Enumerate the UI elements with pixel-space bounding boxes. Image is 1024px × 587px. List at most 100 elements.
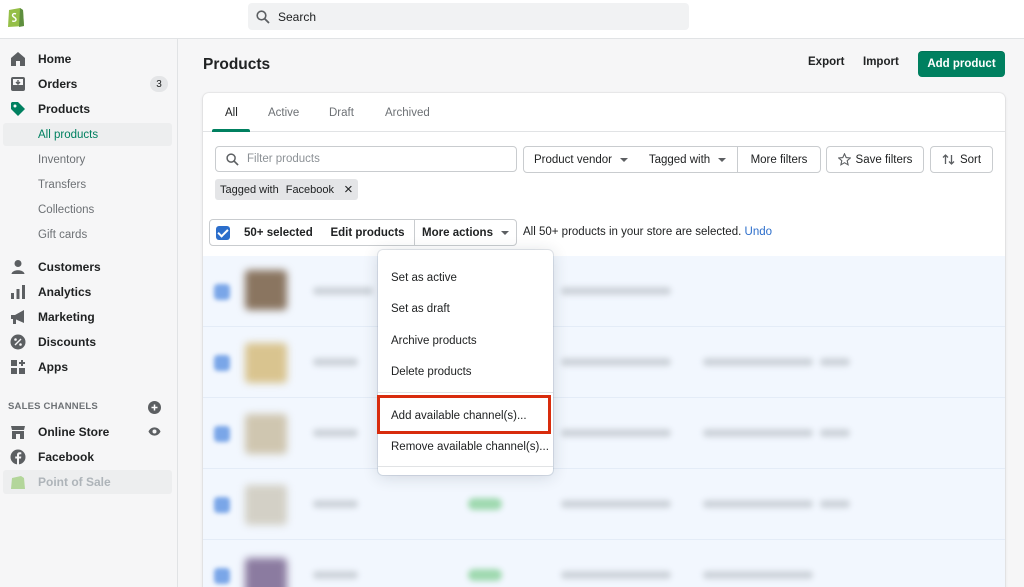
add-channel-icon[interactable] [148, 401, 161, 414]
save-filters-button[interactable]: Save filters [826, 146, 924, 173]
sort-button[interactable]: Sort [930, 146, 993, 173]
sort-icon [942, 154, 955, 165]
sidebar-item-point-of-sale[interactable]: Point of Sale [3, 470, 172, 494]
home-icon [11, 52, 25, 66]
product-thumbnail [245, 343, 287, 383]
tagged-with-filter[interactable]: Tagged with [638, 146, 738, 173]
search-bar[interactable]: Search [248, 3, 689, 30]
sidebar-item-label: Point of Sale [38, 475, 111, 489]
blurred-text [703, 358, 813, 366]
sidebar-subitem-inventory[interactable]: Inventory [3, 148, 172, 171]
checkbox-checked-icon[interactable] [216, 225, 230, 240]
tab-all[interactable]: All [225, 107, 238, 119]
sidebar-item-label: Apps [38, 360, 68, 374]
more-actions-button[interactable]: More actions [414, 219, 517, 246]
sidebar-item-marketing[interactable]: Marketing [0, 305, 172, 329]
menu-item-delete-products[interactable]: Delete products [391, 366, 472, 378]
table-row[interactable] [203, 469, 1005, 540]
sidebar-subitem-transfers[interactable]: Transfers [3, 173, 172, 196]
product-vendor-filter[interactable]: Product vendor [523, 146, 639, 173]
sales-channels-title: SALES CHANNELS [8, 401, 98, 412]
product-thumbnail [245, 414, 287, 454]
sidebar-item-label: Facebook [38, 450, 95, 464]
sidebar-item-home[interactable]: Home [0, 47, 172, 71]
top-bar: Search [0, 0, 1024, 39]
facebook-icon [10, 449, 26, 465]
sidebar-item-label: Products [38, 102, 91, 116]
row-checkbox[interactable] [214, 355, 230, 371]
product-thumbnail [245, 558, 287, 587]
blurred-text [820, 500, 850, 508]
row-checkbox[interactable] [214, 497, 230, 513]
tab-active[interactable]: Active [268, 107, 299, 119]
menu-divider [378, 466, 553, 467]
undo-link[interactable]: Undo [745, 226, 773, 238]
sidebar-subitem-all-products[interactable]: All products [3, 123, 172, 146]
blurred-text [703, 571, 813, 579]
more-actions-menu: Set as active Set as draft Archive produ… [378, 250, 553, 475]
table-row[interactable] [203, 540, 1005, 587]
edit-products-button[interactable]: Edit products [321, 219, 415, 246]
row-checkbox[interactable] [214, 426, 230, 442]
sidebar-item-apps[interactable]: Apps [0, 355, 172, 379]
table-row[interactable] [203, 256, 1005, 327]
table-row[interactable] [203, 327, 1005, 398]
table-row[interactable] [203, 398, 1005, 469]
sidebar-item-orders[interactable]: Orders 3 [0, 72, 172, 96]
shopify-logo-icon[interactable] [6, 5, 26, 28]
applied-filter-tag: Tagged with Facebook × [215, 179, 358, 200]
sidebar-item-discounts[interactable]: Discounts [0, 330, 172, 354]
tab-draft[interactable]: Draft [329, 107, 354, 119]
shopify-bag-icon [11, 476, 25, 489]
product-thumbnail [245, 270, 287, 310]
select-all-checkbox-button[interactable]: 50+ selected [209, 219, 322, 246]
blurred-text [561, 500, 671, 508]
sidebar-subitem-gift-cards[interactable]: Gift cards [3, 223, 172, 246]
import-button[interactable]: Import [863, 56, 899, 68]
sidebar-item-facebook[interactable]: Facebook [0, 445, 172, 469]
product-thumbnail [245, 485, 287, 525]
discount-icon [10, 334, 26, 350]
star-icon [837, 153, 851, 166]
tabs-bar: All Active Draft Archived [203, 93, 1005, 132]
blurred-text [313, 571, 358, 579]
sidebar-item-online-store[interactable]: Online Store [0, 420, 172, 444]
orders-count-badge: 3 [150, 76, 168, 92]
blurred-text [561, 429, 671, 437]
products-card: All Active Draft Archived Filter product… [203, 93, 1005, 587]
tag-prefix: Tagged with [220, 183, 279, 196]
row-checkbox[interactable] [214, 568, 230, 584]
sidebar-item-customers[interactable]: Customers [0, 255, 172, 279]
eye-icon[interactable] [148, 426, 161, 437]
highlight-box [377, 395, 551, 434]
orders-icon [11, 77, 25, 91]
product-vendor-label: Product vendor [534, 153, 612, 166]
megaphone-icon [11, 310, 24, 324]
caret-down-icon [500, 230, 509, 235]
search-icon [226, 152, 239, 166]
sidebar-item-label: Marketing [38, 310, 95, 324]
sidebar-item-label: Orders [38, 77, 78, 91]
sidebar-subitem-collections[interactable]: Collections [3, 198, 172, 221]
tag-icon [11, 102, 25, 116]
menu-item-set-draft[interactable]: Set as draft [391, 303, 450, 315]
menu-item-set-active[interactable]: Set as active [391, 272, 457, 284]
sidebar-item-label: Online Store [38, 425, 110, 439]
add-product-button[interactable]: Add product [918, 51, 1005, 77]
person-icon [11, 260, 25, 274]
remove-tag-icon[interactable]: × [344, 182, 353, 197]
menu-item-remove-channels[interactable]: Remove available channel(s)... [391, 441, 549, 453]
filter-placeholder: Filter products [247, 153, 320, 165]
search-icon [256, 9, 270, 24]
menu-item-archive-products[interactable]: Archive products [391, 335, 477, 347]
sidebar-item-products[interactable]: Products [0, 97, 172, 121]
row-checkbox[interactable] [214, 284, 230, 300]
tab-archived[interactable]: Archived [385, 107, 430, 119]
export-button[interactable]: Export [808, 56, 844, 68]
filter-products-input[interactable]: Filter products [215, 146, 517, 172]
more-filters-button[interactable]: More filters [737, 146, 821, 173]
blurred-text [820, 358, 850, 366]
sidebar-item-analytics[interactable]: Analytics [0, 280, 172, 304]
selection-info-text: All 50+ products in your store are selec… [523, 226, 742, 238]
bar-chart-icon [11, 285, 25, 299]
